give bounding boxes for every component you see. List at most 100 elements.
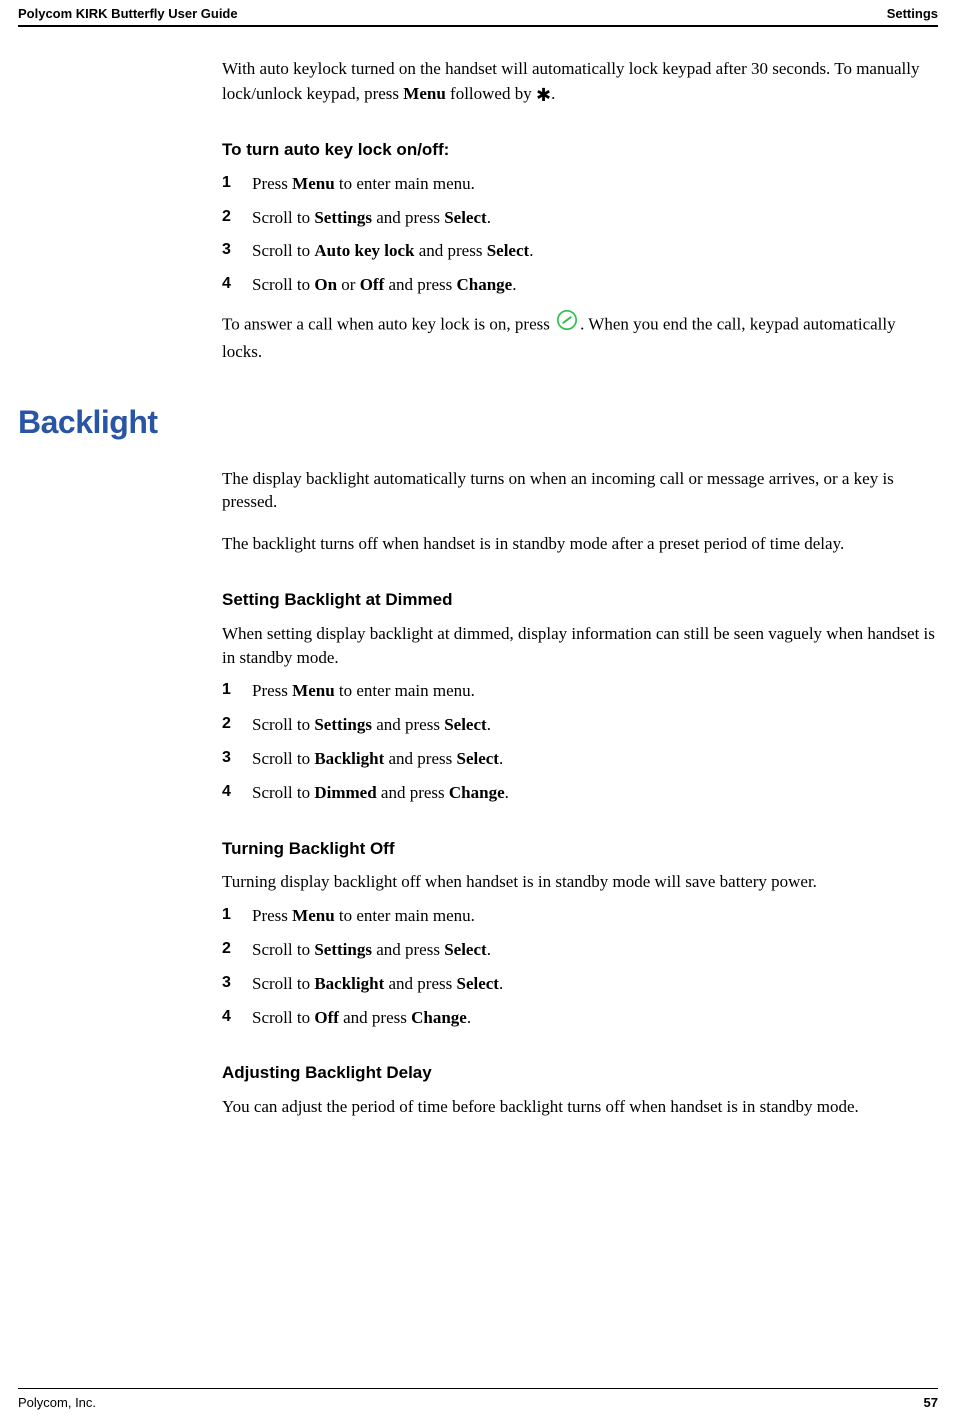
backlight-intro: The display backlight automatically turn… (222, 467, 938, 556)
text: to enter main menu. (335, 174, 475, 193)
step: Scroll to Off and press Change. (222, 1006, 938, 1030)
text: With auto keylock turned on the handset … (222, 59, 919, 103)
footer-left: Polycom, Inc. (18, 1395, 96, 1410)
text: and press (372, 715, 444, 734)
text: Menu (292, 681, 335, 700)
text: Scroll to (252, 241, 314, 260)
text: or (337, 275, 360, 294)
text: . (487, 715, 491, 734)
section-delay: Adjusting Backlight Delay You can adjust… (222, 1061, 938, 1119)
text: Press (252, 681, 292, 700)
text: Change (456, 275, 512, 294)
text: followed by (446, 84, 536, 103)
text: Press (252, 174, 292, 193)
text: . (499, 749, 503, 768)
steps-off: Press Menu to enter main menu. Scroll to… (222, 904, 938, 1029)
page-footer: Polycom, Inc. 57 (18, 1388, 938, 1410)
text: Scroll to (252, 783, 314, 802)
step: Scroll to Backlight and press Select. (222, 972, 938, 996)
text: Dimmed (314, 783, 376, 802)
text: and press (339, 1008, 411, 1027)
text: Off (314, 1008, 339, 1027)
section-off: Turning Backlight Off Turning display ba… (222, 837, 938, 1030)
text: To answer a call when auto key lock is o… (222, 314, 554, 333)
paragraph: The backlight turns off when handset is … (222, 532, 938, 556)
text: and press (372, 208, 444, 227)
text: Change (411, 1008, 467, 1027)
heading-delay: Adjusting Backlight Delay (222, 1061, 938, 1085)
text: Menu (292, 906, 335, 925)
steps-auto-keylock: Press Menu to enter main menu. Scroll to… (222, 172, 938, 297)
intro-block: With auto keylock turned on the handset … (222, 57, 938, 106)
header-left: Polycom KIRK Butterfly User Guide (18, 6, 238, 21)
call-answer-icon (556, 309, 578, 338)
text: to enter main menu. (335, 681, 475, 700)
steps-dimmed: Press Menu to enter main menu. Scroll to… (222, 679, 938, 804)
text: . (487, 208, 491, 227)
menu-word: Menu (403, 84, 446, 103)
text: On (314, 275, 337, 294)
text: Auto key lock (314, 241, 414, 260)
step: Scroll to Dimmed and press Change. (222, 781, 938, 805)
text: Menu (292, 174, 335, 193)
footer-row: Polycom, Inc. 57 (18, 1395, 938, 1410)
text: Press (252, 906, 292, 925)
text: Settings (314, 208, 372, 227)
text: . (505, 783, 509, 802)
text: Select (487, 241, 529, 260)
text: . (487, 940, 491, 959)
text: . (551, 84, 555, 103)
text: . (499, 974, 503, 993)
text: and press (414, 241, 486, 260)
step: Scroll to Backlight and press Select. (222, 747, 938, 771)
intro-paragraph: With auto keylock turned on the handset … (222, 57, 938, 106)
section-dimmed: Setting Backlight at Dimmed When setting… (222, 588, 938, 805)
text: Scroll to (252, 208, 314, 227)
text: Scroll to (252, 1008, 314, 1027)
text: and press (377, 783, 449, 802)
step: Scroll to Settings and press Select. (222, 938, 938, 962)
step: Scroll to On or Off and press Change. (222, 273, 938, 297)
text: Settings (314, 715, 372, 734)
step: Press Menu to enter main menu. (222, 904, 938, 928)
step: Press Menu to enter main menu. (222, 679, 938, 703)
text: Scroll to (252, 940, 314, 959)
text: Scroll to (252, 749, 314, 768)
page-header: Polycom KIRK Butterfly User Guide Settin… (0, 0, 956, 21)
heading-auto-keylock: To turn auto key lock on/off: (222, 138, 938, 162)
text: to enter main menu. (335, 906, 475, 925)
step: Press Menu to enter main menu. (222, 172, 938, 196)
text: and press (384, 275, 456, 294)
text: Off (360, 275, 385, 294)
text: and press (384, 974, 456, 993)
step: Scroll to Settings and press Select. (222, 713, 938, 737)
footer-rule (18, 1388, 938, 1389)
heading-dimmed: Setting Backlight at Dimmed (222, 588, 938, 612)
text: Scroll to (252, 715, 314, 734)
header-right: Settings (887, 6, 938, 21)
text: Settings (314, 940, 372, 959)
text: and press (372, 940, 444, 959)
page-number: 57 (924, 1395, 938, 1410)
text: Select (444, 940, 486, 959)
text: Scroll to (252, 275, 314, 294)
paragraph: The display backlight automatically turn… (222, 467, 938, 515)
star-icon: ✱ (536, 85, 551, 105)
section-auto-keylock: To turn auto key lock on/off: Press Menu… (222, 138, 938, 364)
text: Select (444, 208, 486, 227)
text: Select (456, 749, 498, 768)
text: . (529, 241, 533, 260)
content-area: With auto keylock turned on the handset … (0, 27, 956, 1119)
post-steps-paragraph: To answer a call when auto key lock is o… (222, 311, 938, 364)
text: Select (456, 974, 498, 993)
text: Backlight (314, 749, 384, 768)
text: Scroll to (252, 974, 314, 993)
text: Select (444, 715, 486, 734)
paragraph: Turning display backlight off when hands… (222, 870, 938, 894)
text: . (512, 275, 516, 294)
step: Scroll to Settings and press Select. (222, 206, 938, 230)
text: Backlight (314, 974, 384, 993)
step: Scroll to Auto key lock and press Select… (222, 239, 938, 263)
text: and press (384, 749, 456, 768)
heading-off: Turning Backlight Off (222, 837, 938, 861)
